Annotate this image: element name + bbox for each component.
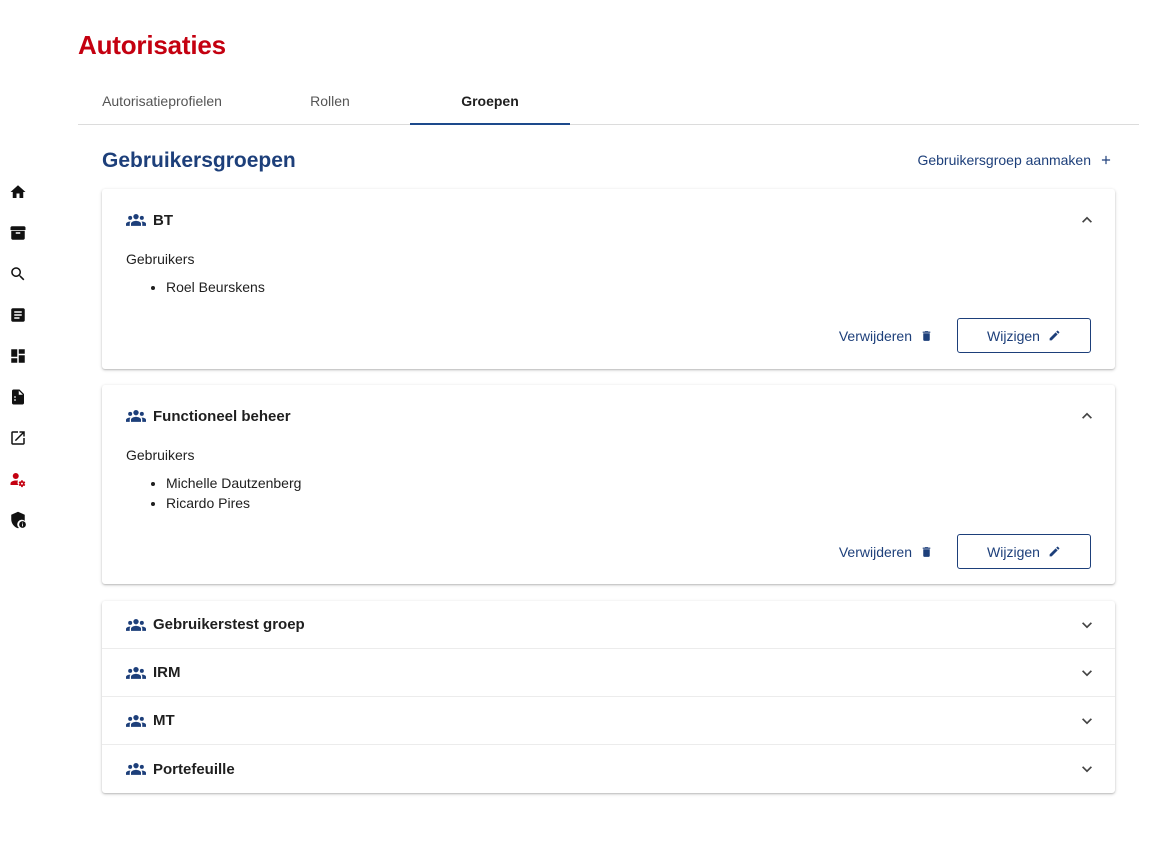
group-icon [126,666,146,680]
group-row-portefeuille[interactable]: Portefeuille [102,745,1115,793]
trash-icon [922,546,931,557]
delete-label: Verwijderen [838,327,912,344]
user-item: Michelle Dautzenberg [166,473,1091,493]
delete-button[interactable]: Verwijderen [839,328,933,344]
group-name: Functioneel beheer [153,407,291,425]
delete-button[interactable]: Verwijderen [839,544,933,560]
card-actions: Verwijderen Wijzigen [839,318,1091,353]
users-label: Gebruikers [126,447,195,463]
user-item: Roel Beurskens [166,277,1091,297]
document-icon[interactable] [8,305,28,325]
tab-bar: Autorisatieprofielen Rollen Groepen [78,78,1139,125]
group-name: IRM [153,664,181,681]
group-name: BT [153,211,173,229]
group-icon [126,618,146,632]
group-icon [126,714,146,728]
group-header[interactable]: Functioneel beheer [102,385,1115,447]
chevron-down-icon[interactable] [1079,617,1095,633]
edit-button[interactable]: Wijzigen [957,318,1091,353]
group-name: Gebruikerstest groep [153,616,305,633]
edit-button[interactable]: Wijzigen [957,534,1091,569]
group-name: Portefeuille [153,760,235,778]
group-card-bt: BT Gebruikers Roel Beurskens Verwijderen… [102,189,1115,369]
user-item: Ricardo Pires [166,493,1091,513]
report-icon[interactable] [8,387,28,407]
archive-icon[interactable] [8,223,28,243]
chevron-up-icon[interactable] [1079,212,1095,228]
pencil-icon [1049,546,1060,557]
dashboard-icon[interactable] [8,346,28,366]
search-icon[interactable] [8,264,28,284]
user-list: Roel Beurskens [126,277,1091,297]
external-link-icon[interactable] [8,428,28,448]
tab-autorisatieprofielen[interactable]: Autorisatieprofielen [82,78,242,124]
tab-groepen[interactable]: Groepen [410,78,570,125]
chevron-down-icon[interactable] [1079,713,1095,729]
chevron-down-icon[interactable] [1079,761,1095,777]
group-name: MT [153,712,175,729]
card-actions: Verwijderen Wijzigen [839,534,1091,569]
user-list: Michelle Dautzenberg Ricardo Pires [126,473,1091,513]
group-icon [126,409,146,423]
edit-label: Wijzigen [987,327,1040,344]
pencil-icon [1049,330,1060,341]
edit-label: Wijzigen [987,543,1040,560]
chevron-down-icon[interactable] [1079,665,1095,681]
trash-icon [922,330,931,341]
group-row-mt[interactable]: MT [102,697,1115,745]
collapsed-group-list: Gebruikerstest groep IRM MT Portefeuille [102,601,1115,793]
plus-icon [1101,155,1111,165]
page-title: Autorisaties [78,30,226,60]
group-card-functioneel-beheer: Functioneel beheer Gebruikers Michelle D… [102,385,1115,584]
sidebar-nav [0,0,36,855]
group-header[interactable]: BT [102,189,1115,251]
group-row-irm[interactable]: IRM [102,649,1115,697]
group-row-gebruikerstest-groep[interactable]: Gebruikerstest groep [102,601,1115,649]
users-label: Gebruikers [126,251,195,267]
home-icon[interactable] [8,182,28,202]
group-body: Gebruikers Roel Beurskens [102,251,1115,297]
delete-label: Verwijderen [838,543,912,560]
group-body: Gebruikers Michelle Dautzenberg Ricardo … [102,447,1115,513]
group-icon [126,762,146,776]
user-settings-icon[interactable] [8,469,28,489]
chevron-up-icon[interactable] [1079,408,1095,424]
section-title: Gebruikersgroepen [102,149,296,172]
shield-icon[interactable] [8,510,28,530]
create-group-button[interactable]: Gebruikersgroep aanmaken [917,150,1113,170]
tab-rollen[interactable]: Rollen [250,78,410,124]
create-group-label: Gebruikersgroep aanmaken [917,152,1091,168]
group-icon [126,213,146,227]
